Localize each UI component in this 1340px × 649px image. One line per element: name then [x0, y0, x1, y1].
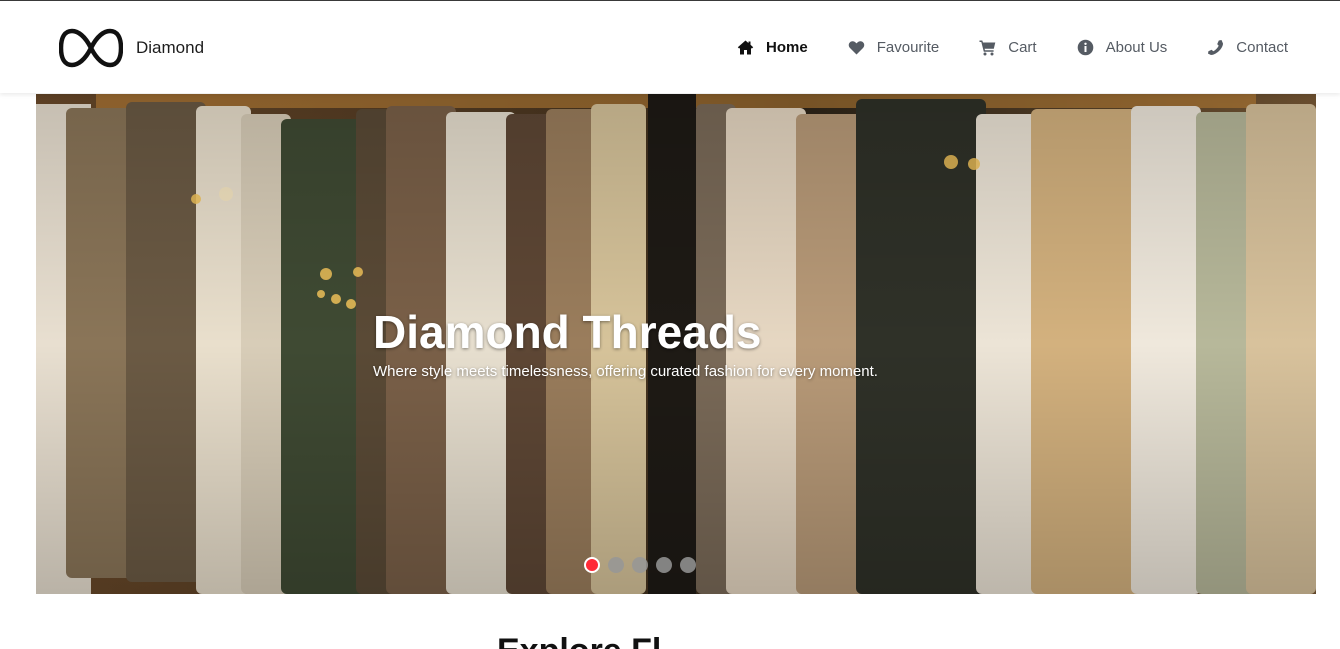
phone-icon — [1207, 39, 1224, 56]
hero-subtitle: Where style meets timelessness, offering… — [373, 363, 878, 380]
heart-icon — [848, 39, 865, 56]
nav-item-favourite[interactable]: Favourite — [848, 35, 940, 59]
hero-caption: Diamond Threads Where style meets timele… — [373, 304, 878, 382]
nav-label-about: About Us — [1105, 38, 1168, 56]
home-icon — [737, 39, 754, 56]
carousel-indicator-5[interactable] — [680, 557, 696, 573]
nav-item-contact[interactable]: Contact — [1207, 35, 1288, 59]
nav-item-home[interactable]: Home — [737, 35, 808, 59]
navbar: Diamond Home Favourite Cart About Us Con… — [0, 1, 1340, 93]
carousel-indicators — [584, 557, 696, 573]
brand-link[interactable]: Diamond — [59, 27, 204, 69]
carousel-indicator-1[interactable] — [584, 557, 600, 573]
hero-title: Diamond Threads — [373, 306, 762, 358]
section-heading: Explore Fl — [497, 631, 661, 649]
hero-carousel: Diamond Threads Where style meets timele… — [36, 94, 1316, 594]
nav-label-contact: Contact — [1236, 38, 1288, 56]
brand-name: Diamond — [136, 38, 205, 57]
page: Diamond Home Favourite Cart About Us Con… — [0, 0, 1340, 649]
info-icon — [1077, 39, 1094, 56]
nav-label-cart: Cart — [1008, 38, 1037, 56]
main-nav: Home Favourite Cart About Us Contact — [737, 35, 1288, 59]
nav-label-favourite: Favourite — [876, 38, 940, 56]
carousel-indicator-3[interactable] — [632, 557, 648, 573]
infinity-logo-icon — [59, 28, 123, 68]
nav-label-home: Home — [766, 38, 808, 56]
carousel-indicator-4[interactable] — [656, 557, 672, 573]
cart-icon — [979, 39, 996, 56]
carousel-indicator-2[interactable] — [608, 557, 624, 573]
nav-item-cart[interactable]: Cart — [979, 35, 1037, 59]
nav-item-about[interactable]: About Us — [1077, 35, 1168, 59]
